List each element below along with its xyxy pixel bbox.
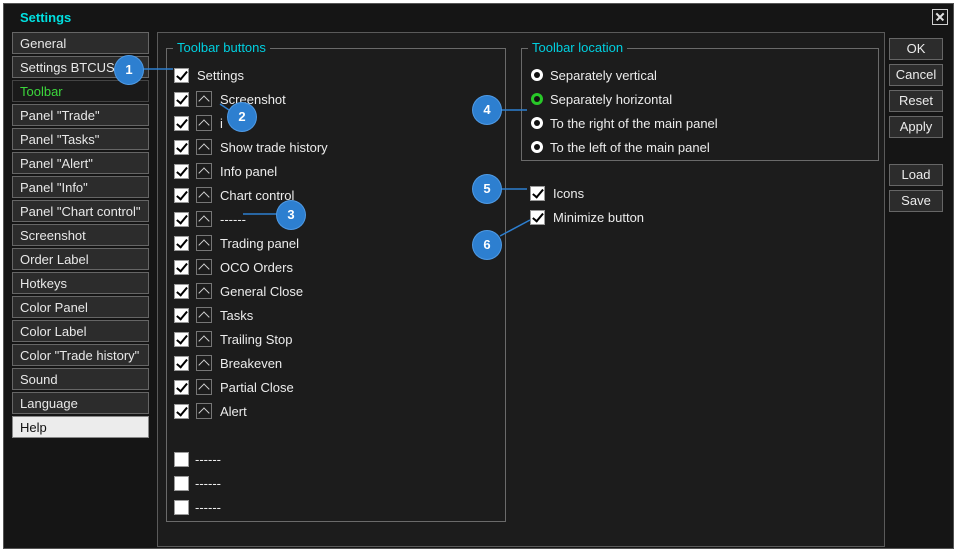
callout-badge: 2 <box>228 103 256 131</box>
callout-badge: 4 <box>473 96 501 124</box>
callout-badge: 3 <box>277 201 305 229</box>
callout-lines <box>142 68 531 237</box>
callout-badge: 6 <box>473 231 501 259</box>
callout-badge: 5 <box>473 175 501 203</box>
callout-badge: 1 <box>115 56 143 84</box>
